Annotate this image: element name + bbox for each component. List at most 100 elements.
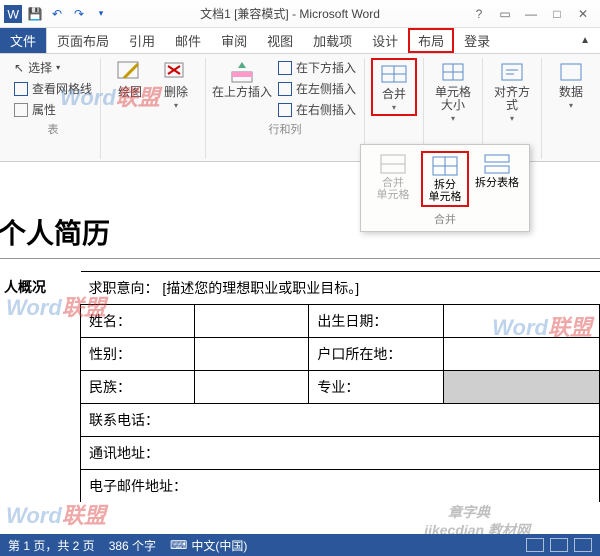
save-icon[interactable]: 💾 [26, 5, 44, 23]
cell-size-button[interactable]: 单元格大小 ▾ [430, 58, 476, 125]
merge-icon [380, 62, 408, 86]
cell-major-val[interactable] [444, 371, 600, 404]
help-icon[interactable]: ? [470, 5, 488, 23]
draw-icon [116, 60, 144, 84]
insert-right-button[interactable]: 在右侧插入 [276, 100, 358, 119]
word-app-icon[interactable]: W [4, 5, 22, 23]
status-words[interactable]: 386 个字 [109, 537, 156, 554]
window-title: 文档1 [兼容模式] - Microsoft Word [110, 5, 470, 22]
status-bar: 第 1 页，共 2 页 386 个字 ⌨中文(中国) [0, 534, 600, 556]
insert-below-button[interactable]: 在下方插入 [276, 58, 358, 77]
alignment-label: 对齐方式 [489, 86, 535, 112]
cell-ethnicity-val[interactable] [195, 371, 309, 404]
tab-page-layout[interactable]: 页面布局 [46, 28, 119, 53]
group-label-rows-cols: 行和列 [269, 119, 302, 137]
cell-size-icon [439, 60, 467, 84]
cell-birth[interactable]: 出生日期： [309, 305, 444, 338]
insert-left-icon [278, 82, 292, 96]
tab-review[interactable]: 审阅 [211, 28, 257, 53]
quick-access-toolbar: W 💾 ↶ ↷ ▾ [0, 5, 110, 23]
cell-size-label: 单元格大小 [430, 86, 476, 112]
delete-button[interactable]: 删除 ▾ [153, 58, 199, 112]
insert-above-button[interactable]: 在上方插入 [212, 58, 272, 119]
ribbon-group-table: ↖选择▾ 查看网格线 属性 表 [6, 58, 101, 159]
title-bar: W 💾 ↶ ↷ ▾ 文档1 [兼容模式] - Microsoft Word ? … [0, 0, 600, 28]
merge-button[interactable]: 合并 ▾ [371, 58, 417, 116]
cell-birth-val[interactable] [444, 305, 600, 338]
cell-address[interactable]: 通讯地址： [81, 437, 600, 470]
merge-cells-icon [379, 153, 407, 175]
status-page[interactable]: 第 1 页，共 2 页 [8, 537, 95, 554]
cell-name[interactable]: 姓名： [81, 305, 195, 338]
properties-label: 属性 [32, 101, 56, 118]
undo-icon[interactable]: ↶ [48, 5, 66, 23]
cell-gender[interactable]: 性别： [81, 338, 195, 371]
merge-dropdown-popup: 合并 单元格 拆分 单元格 拆分表格 合并 [360, 144, 530, 232]
resume-table[interactable]: 求职意向： [描述您的理想职业或职业目标。] 姓名： 出生日期： 性别： 户口所… [80, 271, 600, 502]
data-button[interactable]: 数据 ▾ [548, 58, 594, 112]
view-gridlines-label: 查看网格线 [32, 80, 92, 97]
select-button[interactable]: ↖选择▾ [12, 58, 94, 77]
tab-addins[interactable]: 加载项 [303, 28, 362, 53]
ribbon-display-options-icon[interactable]: ▭ [496, 5, 514, 23]
draw-button[interactable]: 绘图 [107, 58, 153, 101]
insert-right-label: 在右侧插入 [296, 101, 356, 118]
insert-below-label: 在下方插入 [296, 59, 356, 76]
qat-dropdown-icon[interactable]: ▾ [92, 5, 110, 23]
alignment-button[interactable]: 对齐方式 ▾ [489, 58, 535, 125]
alignment-icon [498, 60, 526, 84]
tab-mailings[interactable]: 邮件 [165, 28, 211, 53]
minimize-icon[interactable]: — [522, 5, 540, 23]
insert-above-icon [228, 60, 256, 84]
select-label: 选择 [28, 59, 52, 76]
popup-group-label: 合并 [369, 211, 521, 227]
view-gridlines-button[interactable]: 查看网格线 [12, 79, 94, 98]
tab-design[interactable]: 设计 [362, 28, 408, 53]
watermark-site: 章字典 [448, 502, 490, 522]
cell-gender-val[interactable] [195, 338, 309, 371]
tab-view[interactable]: 视图 [257, 28, 303, 53]
insert-right-icon [278, 103, 292, 117]
maximize-icon[interactable]: □ [548, 5, 566, 23]
ribbon-group-draw: 绘图 删除 ▾ [101, 58, 206, 159]
redo-icon[interactable]: ↷ [70, 5, 88, 23]
data-label: 数据 [559, 86, 583, 99]
cell-ethnicity[interactable]: 民族： [81, 371, 195, 404]
delete-label: 删除 [164, 86, 188, 99]
tab-layout[interactable]: 布局 [408, 28, 454, 53]
cell-name-val[interactable] [195, 305, 309, 338]
tab-file[interactable]: 文件 [0, 28, 46, 53]
cell-email[interactable]: 电子邮件地址： [81, 470, 600, 503]
cell-phone[interactable]: 联系电话： [81, 404, 600, 437]
split-cells-button[interactable]: 拆分 单元格 [421, 151, 469, 207]
data-icon [557, 60, 585, 84]
group-label-table: 表 [48, 119, 59, 137]
ribbon-tabs: 文件 页面布局 引用 邮件 审阅 视图 加载项 设计 布局 登录 ▲ [0, 28, 600, 54]
split-table-icon [483, 153, 511, 175]
ribbon-group-data: 数据 ▾ [542, 58, 600, 159]
cell-hukou[interactable]: 户口所在地： [309, 338, 444, 371]
tab-login[interactable]: 登录 [454, 28, 500, 53]
view-web-icon[interactable] [574, 538, 592, 552]
job-intent-placeholder[interactable]: [描述您的理想职业或职业目标。] [162, 280, 359, 296]
merge-cells-button[interactable]: 合并 单元格 [369, 151, 417, 207]
status-language[interactable]: ⌨中文(中国) [170, 537, 247, 554]
insert-left-button[interactable]: 在左侧插入 [276, 79, 358, 98]
watermark: Word联盟 [6, 498, 106, 530]
draw-label: 绘图 [118, 86, 142, 99]
cell-hukou-val[interactable] [444, 338, 600, 371]
split-table-label: 拆分表格 [475, 177, 519, 189]
close-icon[interactable]: ✕ [574, 5, 592, 23]
collapse-ribbon-icon[interactable]: ▲ [570, 28, 600, 53]
view-print-icon[interactable] [550, 538, 568, 552]
grid-icon [14, 82, 28, 96]
split-cells-label: 拆分 单元格 [429, 179, 462, 203]
delete-icon [162, 60, 190, 84]
properties-button[interactable]: 属性 [12, 100, 94, 119]
tab-references[interactable]: 引用 [119, 28, 165, 53]
cell-major[interactable]: 专业： [309, 371, 444, 404]
table-row[interactable]: 求职意向： [描述您的理想职业或职业目标。] [81, 272, 600, 305]
svg-text:W: W [7, 7, 19, 21]
split-table-button[interactable]: 拆分表格 [473, 151, 521, 207]
view-readmode-icon[interactable] [526, 538, 544, 552]
